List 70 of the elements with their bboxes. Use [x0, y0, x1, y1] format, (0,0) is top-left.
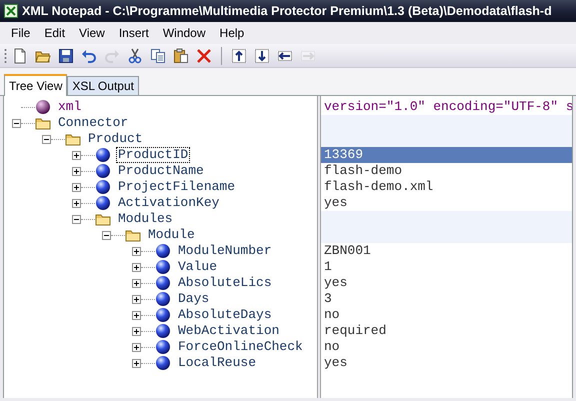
toggle-icon[interactable] — [102, 230, 111, 240]
node-label[interactable]: ForceOnlineCheck — [177, 340, 304, 354]
sphere-icon — [95, 147, 111, 163]
node-value[interactable]: yes — [324, 196, 348, 210]
sphere-icon — [155, 275, 171, 291]
menu-item[interactable]: Window — [156, 23, 213, 43]
node-label[interactable]: ActivationKey — [117, 196, 220, 210]
toggle-icon[interactable] — [132, 262, 141, 272]
menu-item[interactable]: Insert — [112, 23, 156, 43]
toggle-icon[interactable] — [132, 342, 141, 352]
node-label[interactable]: Days — [177, 292, 210, 306]
spreadsheet-icon — [4, 4, 18, 18]
sphere-icon — [95, 195, 111, 211]
sphere-icon — [155, 339, 171, 355]
node-label[interactable]: LocalReuse — [177, 356, 258, 370]
clipboard-icon[interactable] — [171, 46, 191, 66]
toggle-icon[interactable] — [72, 166, 81, 176]
node-label[interactable]: ProductID — [117, 148, 190, 162]
toggle-icon[interactable] — [132, 358, 141, 368]
node-label[interactable]: xml — [57, 100, 82, 114]
node-value[interactable]: 1 — [324, 260, 332, 274]
node-value[interactable]: flash-demo.xml — [324, 180, 434, 194]
toggle-icon[interactable] — [12, 118, 21, 128]
toggle-icon[interactable] — [132, 326, 141, 336]
menu-item[interactable]: File — [4, 23, 38, 43]
menu-item[interactable]: Help — [212, 23, 252, 43]
node-label[interactable]: ModuleNumber — [177, 244, 273, 258]
menu-item[interactable]: View — [72, 23, 112, 43]
node-value[interactable]: 13369 — [324, 148, 364, 162]
sphere-icon — [155, 291, 171, 307]
node-label[interactable]: Modules — [117, 212, 174, 226]
node-label[interactable]: AbsoluteDays — [177, 308, 273, 322]
tab[interactable]: Tree View — [4, 74, 68, 96]
sphere-icon — [155, 323, 171, 339]
toggle-icon[interactable] — [42, 134, 51, 144]
node-label[interactable]: Module — [147, 228, 196, 242]
node-value[interactable]: yes — [324, 356, 348, 370]
node-label[interactable]: Product — [87, 132, 144, 146]
grip-icon — [4, 48, 7, 64]
node-label[interactable]: AbsoluteLics — [177, 276, 273, 290]
node-label[interactable]: ProjectFilename — [117, 180, 236, 194]
sphere-icon — [155, 243, 171, 259]
toggle-icon[interactable] — [72, 198, 81, 208]
tab[interactable]: XSL Output — [67, 76, 139, 95]
toggle-icon[interactable] — [72, 182, 81, 192]
node-value[interactable]: no — [324, 308, 340, 322]
node-value[interactable]: flash-demo — [324, 164, 402, 178]
node-label[interactable]: WebActivation — [177, 324, 280, 338]
toggle-icon[interactable] — [72, 150, 81, 160]
sphere-icon — [95, 179, 111, 195]
node-label[interactable]: Connector — [57, 116, 130, 130]
toggle-icon[interactable] — [132, 278, 141, 288]
sphere-icon — [95, 163, 111, 179]
sphere-icon — [35, 99, 51, 115]
node-value[interactable]: required — [324, 324, 386, 338]
sphere-icon — [155, 355, 171, 371]
toggle-icon[interactable] — [132, 294, 141, 304]
node-value[interactable]: yes — [324, 276, 348, 290]
toggle-icon[interactable] — [132, 246, 141, 256]
node-label[interactable]: ProductName — [117, 164, 205, 178]
toggle-icon[interactable] — [72, 214, 81, 224]
toggle-icon[interactable] — [132, 310, 141, 320]
sphere-icon — [155, 307, 171, 323]
window-title: XML Notepad - C:\Programme\Multimedia Protector Premium\1.3 (Beta)\Demodata\flash-d — [22, 2, 552, 20]
node-value[interactable]: ZBN001 — [324, 244, 371, 258]
node-value[interactable]: no — [324, 340, 340, 354]
menu-item[interactable]: Edit — [37, 23, 72, 43]
node-label[interactable]: Value — [177, 260, 218, 274]
sphere-icon — [155, 259, 171, 275]
node-value[interactable]: 3 — [324, 292, 332, 306]
